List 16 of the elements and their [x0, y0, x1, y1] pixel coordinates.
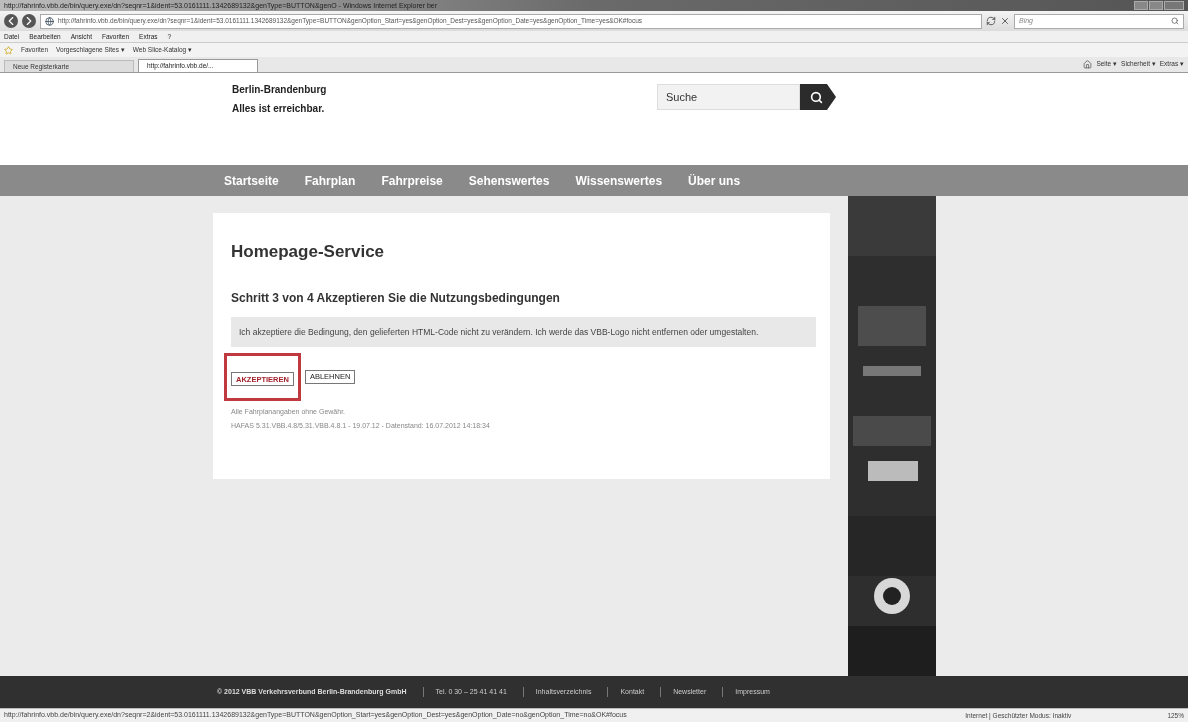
- home-icon[interactable]: [1083, 60, 1093, 69]
- search-icon: [809, 90, 823, 104]
- favorites-star-icon[interactable]: [4, 45, 13, 55]
- header-text: Berlin-Brandenburg: [232, 83, 327, 97]
- page-icon: [45, 16, 54, 26]
- forward-icon[interactable]: [22, 14, 36, 28]
- search-button[interactable]: [800, 84, 836, 110]
- search-icon[interactable]: [1171, 17, 1179, 25]
- terms-text: Ich akzeptiere die Bedingung, den gelieferten HTML-Code nicht zu verändern. Ich werde das VBB-Logo nicht entfernen oder umgestalten.: [239, 325, 760, 339]
- refresh-icon[interactable]: [986, 16, 996, 26]
- search-field[interactable]: Suche: [657, 84, 800, 110]
- header-text: Alles ist erreichbar.: [232, 102, 326, 116]
- step-heading: Schritt 3 von 4 Akzeptieren Sie die Nutzungsbedingungen: [231, 289, 561, 307]
- back-icon[interactable]: [4, 14, 18, 28]
- stop-icon[interactable]: [1000, 16, 1010, 26]
- page-heading: Homepage-Service: [231, 241, 386, 263]
